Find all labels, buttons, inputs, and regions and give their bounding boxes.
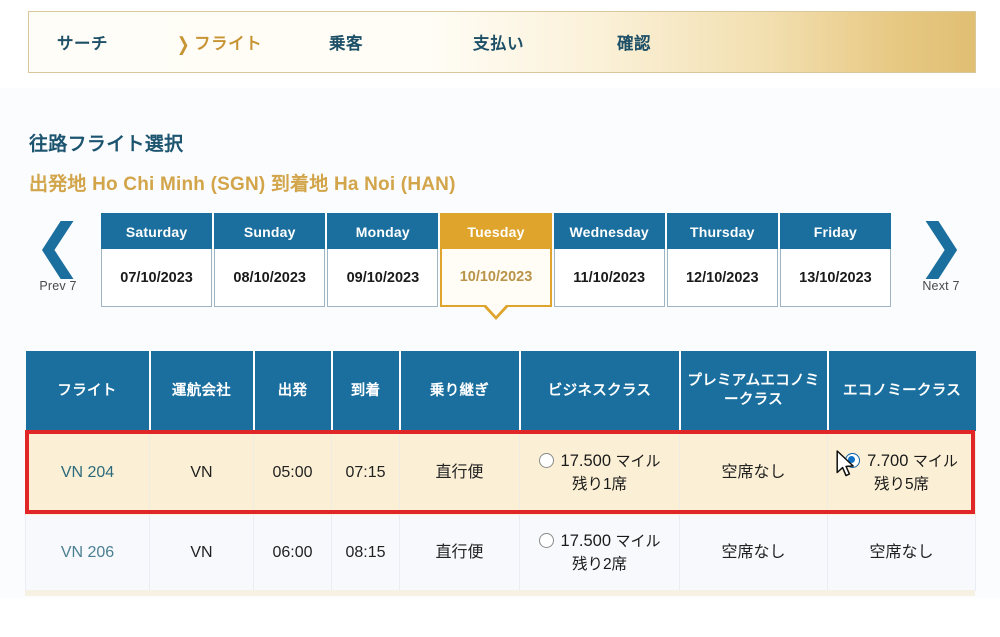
column-header-stops: 乗り継ぎ <box>398 351 521 431</box>
day-tab-wednesday-name: Wednesday <box>553 213 665 249</box>
business-fare-miles: 17.500 <box>560 452 611 471</box>
table-row[interactable]: VN 204 VN 05:00 07:15 直行便 17.500 マイル 残り1… <box>25 431 976 515</box>
cell-flight-number: VN 204 <box>25 431 150 515</box>
day-tab-sunday[interactable]: Sunday 08/10/2023 <box>213 213 326 307</box>
day-tab-friday-name: Friday <box>779 213 891 249</box>
step-flight[interactable]: ❯ フライト <box>177 30 263 56</box>
day-tab-monday-date: 09/10/2023 <box>327 249 439 307</box>
economy-fare-unit: マイル <box>912 453 958 471</box>
economy-seats-left: 残り5席 <box>873 475 930 493</box>
cell-flight-number: VN 206 <box>25 515 150 591</box>
step-flight-label: フライト <box>194 35 263 53</box>
cell-departure-time: 05:00 <box>253 431 332 515</box>
cell-economy-fare[interactable]: 7.700 マイル 残り5席 <box>827 431 976 515</box>
cell-economy-fare: 空席なし <box>827 515 976 591</box>
day-tab-wednesday-date: 11/10/2023 <box>553 249 665 307</box>
business-fare-radio[interactable] <box>538 453 554 469</box>
day-tab-thursday-name: Thursday <box>666 213 778 249</box>
day-tab-friday[interactable]: Friday 13/10/2023 <box>779 213 892 307</box>
day-tab-thursday[interactable]: Thursday 12/10/2023 <box>666 213 779 307</box>
day-tab-tuesday-date: 10/10/2023 <box>440 249 552 307</box>
day-tab-monday[interactable]: Monday 09/10/2023 <box>326 213 439 307</box>
day-tab-tuesday-name: Tuesday <box>440 213 552 249</box>
day-tab-friday-date: 13/10/2023 <box>779 249 891 307</box>
cell-stops: 直行便 <box>399 431 520 515</box>
column-header-business: ビジネスクラス <box>518 351 681 431</box>
chevron-right-icon: ❯ <box>177 34 191 56</box>
step-confirm-label: 確認 <box>617 35 651 53</box>
table-row[interactable]: VN 206 VN 06:00 08:15 直行便 17.500 マイル 残り2… <box>25 515 976 591</box>
cell-stops: 直行便 <box>399 515 520 591</box>
day-tab-list: Saturday 07/10/2023 Sunday 08/10/2023 Mo… <box>100 213 892 320</box>
column-header-departure: 出発 <box>252 351 333 431</box>
cell-carrier: VN <box>149 431 254 515</box>
business-fare-radio[interactable] <box>538 533 554 549</box>
step-search-label: サーチ <box>57 35 108 53</box>
table-bottom-strip <box>25 590 975 596</box>
cell-business-fare[interactable]: 17.500 マイル 残り1席 <box>519 431 680 515</box>
day-tab-saturday-name: Saturday <box>101 213 213 249</box>
day-tab-saturday[interactable]: Saturday 07/10/2023 <box>100 213 213 307</box>
table-header-row: フライト 運航会社 出発 到着 乗り継ぎ ビジネスクラス プレミアムエコノミーク… <box>25 351 976 431</box>
cell-business-fare[interactable]: 17.500 マイル 残り2席 <box>519 515 680 591</box>
selected-day-pointer-inner-icon <box>485 305 506 316</box>
next-7-days-label: Next 7 <box>922 279 960 293</box>
column-header-economy: エコノミークラス <box>826 351 976 431</box>
chevron-right-icon: ❯ <box>916 211 966 279</box>
cell-premium-economy-fare: 空席なし <box>679 431 828 515</box>
date-selector: ❮ Prev 7 Saturday 07/10/2023 Sunday 08/1… <box>0 213 1000 325</box>
cell-arrival-time: 08:15 <box>331 515 400 591</box>
next-7-days-button[interactable]: ❯ Next 7 <box>908 211 974 293</box>
cell-departure-time: 06:00 <box>253 515 332 591</box>
step-passenger[interactable]: 乗客 <box>329 30 363 54</box>
booking-step-nav: サーチ ❯ フライト 乗客 支払い 確認 <box>28 11 976 73</box>
cell-carrier: VN <box>149 515 254 591</box>
cell-arrival-time: 07:15 <box>331 431 400 515</box>
day-tab-monday-name: Monday <box>327 213 439 249</box>
day-tab-saturday-date: 07/10/2023 <box>101 249 213 307</box>
column-header-flight: フライト <box>25 351 151 431</box>
chevron-left-icon: ❮ <box>33 211 83 279</box>
day-tab-sunday-date: 08/10/2023 <box>214 249 326 307</box>
day-tab-thursday-date: 12/10/2023 <box>666 249 778 307</box>
step-payment-label: 支払い <box>473 35 524 53</box>
cell-premium-economy-fare: 空席なし <box>679 515 828 591</box>
column-header-carrier: 運航会社 <box>148 351 255 431</box>
page-title: 往路フライト選択 <box>29 134 184 155</box>
step-payment[interactable]: 支払い <box>473 30 524 54</box>
business-seats-left: 残り2席 <box>571 555 628 573</box>
step-search[interactable]: サーチ <box>57 30 108 54</box>
economy-fare-radio[interactable] <box>845 453 861 469</box>
business-fare-unit: マイル <box>615 533 661 551</box>
column-header-premium-economy: プレミアムエコノミークラス <box>678 351 829 431</box>
day-tab-wednesday[interactable]: Wednesday 11/10/2023 <box>553 213 666 307</box>
prev-7-days-button[interactable]: ❮ Prev 7 <box>25 211 91 293</box>
step-passenger-label: 乗客 <box>329 35 363 53</box>
step-confirm[interactable]: 確認 <box>617 30 651 54</box>
business-fare-unit: マイル <box>615 453 661 471</box>
business-fare-miles: 17.500 <box>560 532 611 551</box>
route-summary: 出発地 Ho Chi Minh (SGN) 到着地 Ha Noi (HAN) <box>29 174 456 195</box>
business-seats-left: 残り1席 <box>571 475 628 493</box>
day-tab-sunday-name: Sunday <box>214 213 326 249</box>
prev-7-days-label: Prev 7 <box>39 279 77 293</box>
column-header-arrival: 到着 <box>330 351 401 431</box>
day-tab-tuesday[interactable]: Tuesday 10/10/2023 <box>439 213 552 320</box>
economy-fare-miles: 7.700 <box>867 452 909 471</box>
flight-results-table: フライト 運航会社 出発 到着 乗り継ぎ ビジネスクラス プレミアムエコノミーク… <box>25 351 976 591</box>
